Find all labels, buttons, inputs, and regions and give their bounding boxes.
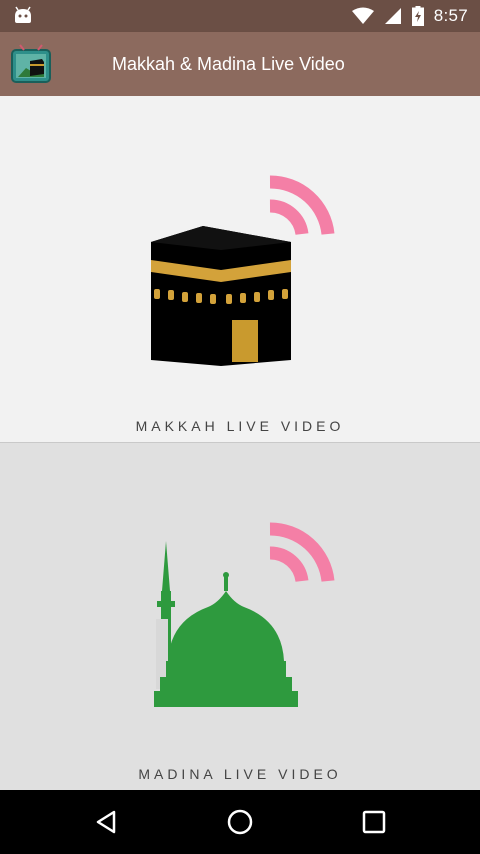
recents-icon[interactable] bbox=[354, 802, 394, 842]
wifi-icon bbox=[351, 7, 374, 24]
android-icon bbox=[15, 6, 31, 23]
live-signal-icon bbox=[269, 175, 335, 236]
kaaba-icon bbox=[151, 226, 291, 366]
status-time: 8:57 bbox=[433, 6, 468, 25]
navigation-bar bbox=[0, 790, 480, 854]
madina-live-video-label: MADINA LIVE VIDEO bbox=[138, 766, 342, 782]
status-bar: 8:57 bbox=[0, 0, 480, 32]
makkah-live-video-label: MAKKAH LIVE VIDEO bbox=[135, 418, 345, 434]
app-title: Makkah & Madina Live Video bbox=[112, 54, 345, 74]
kaaba-tv-logo-icon bbox=[11, 44, 51, 83]
madina-live-video-card[interactable]: MADINA LIVE VIDEO bbox=[0, 443, 480, 790]
signal-icon bbox=[384, 8, 401, 24]
makkah-live-video-card[interactable]: MAKKAH LIVE VIDEO bbox=[0, 96, 480, 443]
app-bar: Makkah & Madina Live Video bbox=[0, 32, 480, 96]
back-icon[interactable] bbox=[86, 802, 126, 842]
home-icon[interactable] bbox=[220, 802, 260, 842]
live-signal-icon bbox=[269, 522, 335, 583]
battery-charging-icon bbox=[411, 6, 424, 26]
